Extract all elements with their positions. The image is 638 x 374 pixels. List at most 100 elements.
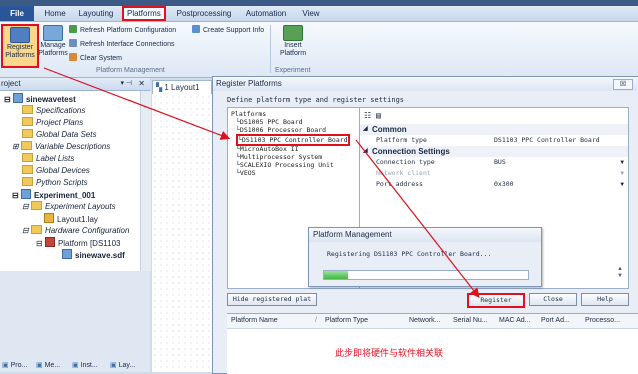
column-header[interactable]: Platform Type [325,314,368,328]
column-header[interactable]: Processo... [585,314,620,328]
platform-label: VEOS [239,169,256,177]
panel-close-icon[interactable]: ✕ [138,78,145,90]
folder-icon [22,117,33,126]
tab-platforms[interactable]: Platforms [122,6,166,21]
tree-node-specifications[interactable]: Specifications [22,105,85,117]
tab-layout1[interactable]: ▚ 1 Layout1 [152,80,212,94]
tree-node-experiment-layouts[interactable]: ⊟ Experiment Layouts [22,201,116,213]
column-header[interactable]: Network... [409,314,441,328]
table-header: Platform Name / Platform Type Network...… [227,314,638,329]
tree-node-hardware-configuration[interactable]: ⊟ Hardware Configuration [22,225,129,237]
project-panel-title: roject [1,79,21,88]
property-port-address[interactable]: Port address 0x300 ▼ [360,179,628,190]
tree-node-sdf-file[interactable]: sinewave.sdf [62,249,125,261]
manage-platforms-button[interactable]: Manage Platforms [36,24,70,64]
create-support-info-button[interactable]: Create Support Info [192,25,264,35]
tree-node-platform-ds1103[interactable]: ⊟ Platform [DS1103 [36,237,120,249]
dialog-close-button[interactable]: ☒ [613,79,633,90]
refresh-interface-connections-button[interactable]: Refresh Interface Connections [69,39,175,49]
tree-node-global-data-sets[interactable]: Global Data Sets [22,129,96,141]
tree-node-project[interactable]: ⊟ sinewavetest [4,93,76,105]
property-platform-type[interactable]: Platform type DS1103 PPC Controller Board [360,135,628,146]
column-header[interactable]: Port Ad... [541,314,570,328]
bottom-tab-measurement[interactable]: ▣ Me... [36,360,60,372]
collapse-icon[interactable]: ◢ [363,124,368,135]
platform-scalexio[interactable]: └SCALEXIO Processing Unit [236,161,334,169]
collapse-icon[interactable]: ◢ [363,146,368,157]
column-header[interactable]: Platform Name [231,314,278,328]
tree-scrollbar[interactable] [140,91,151,271]
dialog-subtitle: Define platform type and register settin… [227,96,405,104]
tab-home[interactable]: Home [40,8,70,19]
folder-icon [22,177,33,186]
category-connection-settings[interactable]: ◢ Connection Settings [360,146,628,157]
scroll-updown-icon[interactable]: ▲ ▼ [617,266,623,280]
tab-automation[interactable]: Automation [244,8,288,19]
property-connection-type[interactable]: Connection type BUS ▼ [360,157,628,168]
tree-label: Layout1.lay [57,215,98,224]
tab-layouting[interactable]: Layouting [76,8,116,19]
expand-icon[interactable]: ⊟ [36,239,45,248]
property-label: Connection type [376,158,435,166]
dropdown-arrow-icon: ▼ [620,170,624,177]
layout-canvas[interactable] [152,94,212,372]
register-button[interactable]: Register [467,293,525,308]
expand-icon[interactable]: ⊞ [12,142,21,151]
close-button[interactable]: Close [529,293,577,306]
tree-label: sinewavetest [25,95,76,104]
expand-icon[interactable]: ⊟ [12,191,21,200]
folder-icon [22,105,33,114]
sort-alphabetical-icon[interactable]: ▤ [376,110,381,121]
tab-postprocessing[interactable]: Postprocessing [176,8,232,19]
insert-platform-button[interactable]: Insert Platform [276,24,310,64]
platform-microautobox[interactable]: └MicroAutoBox II [236,145,299,153]
tree-node-variable-descriptions[interactable]: ⊞ Variable Descriptions [12,141,110,153]
ribbon: Register Platforms Manage Platforms Refr… [0,22,638,78]
platforms-root[interactable]: Platforms [231,110,266,118]
column-header[interactable]: MAC Ad... [499,314,531,328]
bottom-tab-project[interactable]: ▣ Pro... [2,360,27,372]
expand-icon[interactable]: ⊟ [22,226,31,235]
tree-node-layout1[interactable]: Layout1.lay [44,213,98,225]
clear-system-button[interactable]: Clear System [69,53,122,63]
platform-ds1005[interactable]: └DS1005 PPC Board [236,118,303,126]
refresh-icon [69,25,77,33]
refresh-platform-config-button[interactable]: Refresh Platform Configuration [69,25,176,35]
tab-view[interactable]: View [300,8,322,19]
sort-icon: / [315,317,317,324]
tree-label: sinewave.sdf [75,251,125,260]
platform-multiprocessor[interactable]: └Multiprocessor System [236,153,322,161]
sort-categorized-icon[interactable]: ☷ [364,110,371,121]
bottom-tab-layouts[interactable]: ▣ Lay... [110,360,135,372]
register-platforms-button[interactable]: Register Platforms [1,24,39,68]
panel-pin-icon[interactable]: ▾ ⊣ [120,78,132,90]
project-tree: ⊟ sinewavetest Specifications Project Pl… [0,91,140,271]
hide-registered-platforms-button[interactable]: Hide registered plat [227,293,317,306]
layout-tab-label: 1 Layout1 [164,83,200,92]
dropdown-arrow-icon[interactable]: ▼ [620,179,624,190]
platform-label: SCALEXIO Processing Unit [239,161,334,169]
tree-node-project-plans[interactable]: Project Plans [22,117,83,129]
expand-icon[interactable]: ⊟ [4,95,13,104]
tree-label: Specifications [36,106,86,115]
tree-node-python-scripts[interactable]: Python Scripts [22,177,88,189]
registered-platforms-table: Platform Name / Platform Type Network...… [227,313,638,374]
platform-ds1006[interactable]: └DS1006 Processor Board [236,126,326,134]
tree-node-label-lists[interactable]: Label Lists [22,153,74,165]
dialog-title: Register Platforms [216,79,282,88]
expand-icon[interactable]: ⊟ [22,202,31,211]
file-menu[interactable]: File [0,6,34,21]
tree-node-experiment[interactable]: ⊟ Experiment_001 [12,189,95,201]
project-tab-icon: ▣ [2,362,11,369]
bottom-tab-instruments[interactable]: ▣ Inst... [72,360,98,372]
help-button[interactable]: Help [581,293,629,306]
column-header[interactable]: Serial Nu... [453,314,488,328]
tree-node-global-devices[interactable]: Global Devices [22,165,90,177]
platform-veos[interactable]: └VEOS [236,169,256,177]
bottom-tab-label: Lay... [118,362,136,369]
category-common[interactable]: ◢ Common [360,124,628,135]
register-platforms-label: Register Platforms [5,44,35,59]
dropdown-arrow-icon[interactable]: ▼ [620,157,624,168]
group-label-experiment: Experiment [275,67,311,74]
tree-label: Platform [DS1103 [57,239,121,248]
